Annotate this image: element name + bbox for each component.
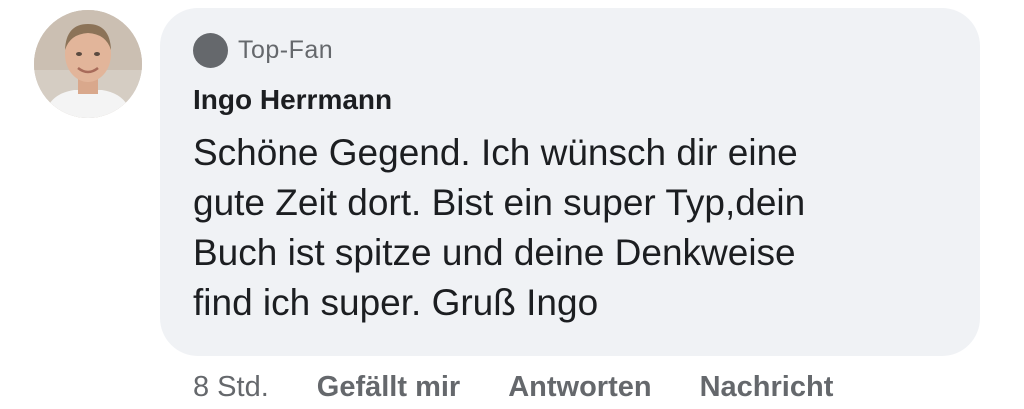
reply-button[interactable]: Antworten (508, 371, 651, 404)
comment-author[interactable]: Ingo Herrmann (193, 84, 392, 116)
comment-text: Schöne Gegend. Ich wünsch dir eine gute … (193, 132, 806, 323)
avatar-image (34, 10, 142, 118)
avatar[interactable] (34, 10, 142, 118)
top-fan-badge-label: Top-Fan (238, 35, 334, 64)
message-button[interactable]: Nachricht (700, 371, 834, 404)
comment-timestamp[interactable]: 8 Std. (193, 371, 269, 404)
top-fan-badge-icon (193, 32, 228, 68)
comment-actions: 8 Std. Gefällt mir Antworten Nachricht (193, 368, 833, 406)
like-button[interactable]: Gefällt mir (317, 371, 460, 404)
top-fan-badge: Top-Fan (193, 32, 333, 68)
